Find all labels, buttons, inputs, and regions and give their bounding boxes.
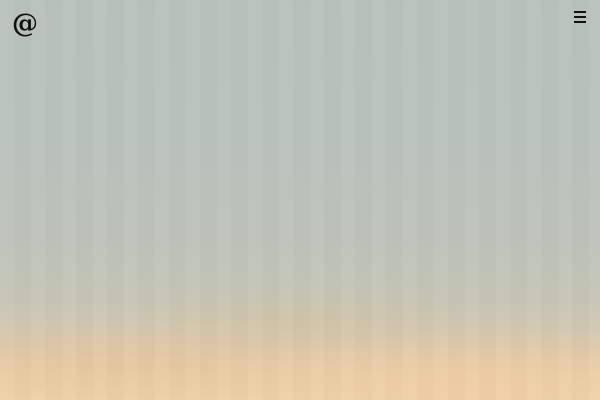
hero-background-texture: [0, 0, 600, 400]
menu-bar-bottom: [574, 21, 586, 23]
menu-bar-middle: [574, 16, 586, 18]
hamburger-menu-icon[interactable]: [574, 11, 588, 23]
menu-bar-top: [574, 11, 586, 13]
logo-link[interactable]: @: [12, 9, 38, 39]
